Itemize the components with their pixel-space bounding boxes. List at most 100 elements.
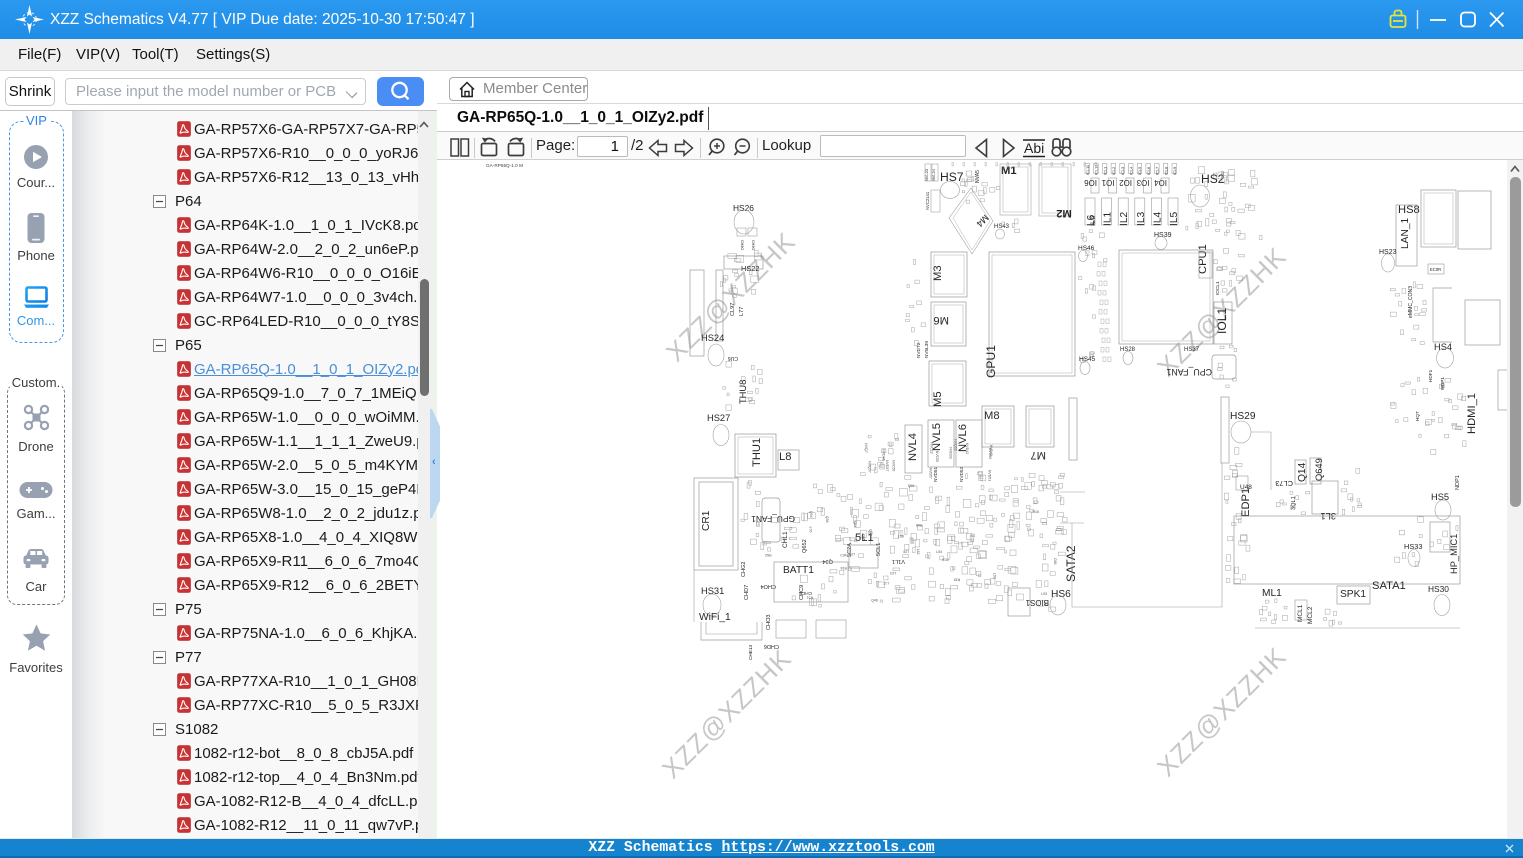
svg-text:NVQ7: NVQ7 bbox=[864, 443, 868, 453]
svg-text:XZZ@XZZHK: XZZ@XZZHK bbox=[1151, 641, 1292, 782]
svg-text:BATT1: BATT1 bbox=[783, 565, 814, 576]
svg-text:CL73: CL73 bbox=[1275, 479, 1293, 488]
svg-text:HS6: HS6 bbox=[1051, 589, 1071, 600]
svg-text:IL2: IL2 bbox=[1119, 212, 1130, 226]
svg-text:L93: L93 bbox=[1041, 592, 1047, 596]
svg-text:M3: M3 bbox=[932, 265, 944, 281]
svg-text:Q649: Q649 bbox=[1314, 458, 1324, 481]
svg-text:3QL1: 3QL1 bbox=[1291, 496, 1297, 510]
svg-text:NVDT2: NVDT2 bbox=[916, 342, 921, 358]
svg-text:ICL1: ICL1 bbox=[1102, 167, 1107, 175]
svg-text:NV5L39: NV5L39 bbox=[924, 341, 929, 358]
svg-text:Q94: Q94 bbox=[809, 511, 813, 518]
svg-text:HS37: HS37 bbox=[1184, 347, 1200, 353]
svg-text:Q27: Q27 bbox=[849, 552, 856, 556]
svg-text:M4: M4 bbox=[974, 213, 990, 229]
svg-text:ICL2: ICL2 bbox=[1111, 167, 1116, 175]
svg-text:BIOS1: BIOS1 bbox=[1026, 598, 1049, 607]
svg-text:R16: R16 bbox=[841, 566, 847, 570]
svg-text:L98: L98 bbox=[898, 534, 904, 538]
svg-text:HS4: HS4 bbox=[1434, 342, 1452, 352]
svg-text:NVD37: NVD37 bbox=[885, 460, 889, 471]
svg-text:ML1: ML1 bbox=[1262, 588, 1282, 599]
svg-text:M6: M6 bbox=[933, 314, 949, 326]
svg-text:NVD42: NVD42 bbox=[965, 443, 969, 454]
svg-text:NVL23: NVL23 bbox=[924, 169, 929, 181]
svg-text:Q85: Q85 bbox=[861, 534, 865, 541]
svg-text:CHE13: CHE13 bbox=[748, 644, 753, 660]
svg-text:CPU_FAN1: CPU_FAN1 bbox=[1166, 367, 1212, 377]
svg-text:L77: L77 bbox=[739, 307, 745, 316]
svg-text:L82: L82 bbox=[916, 549, 920, 555]
svg-text:ICL9: ICL9 bbox=[1172, 167, 1177, 175]
svg-text:HS24: HS24 bbox=[701, 333, 724, 343]
svg-text:HP_MIC1: HP_MIC1 bbox=[1449, 534, 1459, 574]
svg-text:HS22: HS22 bbox=[741, 264, 760, 273]
svg-text:C54: C54 bbox=[853, 521, 857, 527]
svg-text:NVD33: NVD33 bbox=[948, 447, 952, 458]
svg-text:R16: R16 bbox=[942, 557, 948, 561]
svg-text:L54: L54 bbox=[936, 550, 942, 554]
svg-text:ICL11: ICL11 bbox=[1085, 165, 1090, 175]
svg-text:Q652: Q652 bbox=[802, 539, 808, 553]
svg-text:EDP1: EDP1 bbox=[1240, 488, 1252, 517]
svg-text:R51: R51 bbox=[807, 596, 813, 600]
svg-text:NVD51: NVD51 bbox=[933, 466, 938, 482]
svg-text:CHD7: CHD7 bbox=[744, 585, 750, 600]
svg-text:XZZ@XZZHK: XZZ@XZZHK bbox=[660, 226, 801, 367]
svg-text:ICL8: ICL8 bbox=[1163, 167, 1168, 175]
svg-text:L8: L8 bbox=[779, 451, 791, 463]
svg-text:NVD52: NVD52 bbox=[959, 466, 964, 482]
svg-text:L17: L17 bbox=[883, 581, 889, 585]
svg-text:ICL4: ICL4 bbox=[1129, 166, 1134, 175]
svg-text:C86: C86 bbox=[1053, 558, 1057, 564]
svg-text:CR1: CR1 bbox=[701, 510, 712, 531]
svg-text:IOCL1: IOCL1 bbox=[1215, 281, 1220, 295]
svg-text:HS46: HS46 bbox=[1078, 245, 1095, 252]
svg-text:MCL1: MCL1 bbox=[1297, 604, 1304, 622]
svg-text:ICL3: ICL3 bbox=[1120, 167, 1125, 175]
svg-text:CH8O: CH8O bbox=[740, 240, 744, 250]
svg-text:GPU_FAN1: GPU_FAN1 bbox=[751, 514, 795, 524]
svg-text:NVQ37: NVQ37 bbox=[867, 461, 871, 473]
svg-text:ICL7: ICL7 bbox=[1155, 167, 1160, 175]
svg-text:SPK1: SPK1 bbox=[1340, 589, 1366, 600]
svg-text:IO6: IO6 bbox=[1084, 178, 1097, 187]
svg-text:HDF1: HDF1 bbox=[1428, 369, 1433, 382]
svg-text:IO3: IO3 bbox=[1136, 178, 1149, 187]
svg-text:HS26: HS26 bbox=[733, 203, 754, 213]
svg-text:THU1: THU1 bbox=[751, 438, 763, 467]
svg-text:NVQ55: NVQ55 bbox=[953, 439, 957, 451]
svg-text:NVC55: NVC55 bbox=[935, 451, 939, 462]
svg-text:IO2: IO2 bbox=[1119, 178, 1132, 187]
svg-text:HS28: HS28 bbox=[1120, 347, 1136, 353]
svg-text:HDMI_1: HDMI_1 bbox=[1466, 393, 1478, 434]
svg-text:IL3: IL3 bbox=[1136, 212, 1147, 226]
svg-text:LAN_1: LAN_1 bbox=[1400, 218, 1411, 249]
svg-text:CHC8: CHC8 bbox=[799, 591, 812, 596]
svg-text:CHG2: CHG2 bbox=[741, 561, 747, 577]
svg-text:M7: M7 bbox=[1030, 449, 1046, 461]
svg-text:IO4: IO4 bbox=[1154, 178, 1167, 187]
svg-text:HS39: HS39 bbox=[1154, 232, 1172, 239]
svg-text:IO1: IO1 bbox=[1102, 178, 1115, 187]
svg-text:NDP1: NDP1 bbox=[1455, 475, 1461, 490]
svg-text:IOL1: IOL1 bbox=[1215, 308, 1229, 334]
svg-text:HS2: HS2 bbox=[1201, 172, 1225, 186]
svg-text:HS31: HS31 bbox=[701, 586, 724, 596]
svg-text:HS27: HS27 bbox=[707, 413, 730, 423]
svg-text:SATA1: SATA1 bbox=[1372, 580, 1406, 592]
svg-text:5CL1: 5CL1 bbox=[876, 543, 882, 556]
svg-text:HS8: HS8 bbox=[1398, 204, 1420, 216]
svg-text:GA-RP65Q-1.0 M: GA-RP65Q-1.0 M bbox=[486, 163, 523, 168]
svg-text:HS30: HS30 bbox=[1428, 584, 1449, 594]
svg-text:MCL2: MCL2 bbox=[1307, 606, 1314, 624]
svg-text:ICL6: ICL6 bbox=[1146, 167, 1151, 175]
svg-text:M8: M8 bbox=[984, 410, 1000, 422]
svg-text:C34: C34 bbox=[840, 554, 846, 558]
svg-text:NVL4: NVL4 bbox=[907, 433, 919, 461]
svg-text:L50: L50 bbox=[993, 573, 997, 579]
svg-text:NVC59: NVC59 bbox=[892, 460, 896, 471]
svg-text:M2: M2 bbox=[1056, 207, 1072, 219]
svg-text:R16: R16 bbox=[1033, 510, 1039, 514]
